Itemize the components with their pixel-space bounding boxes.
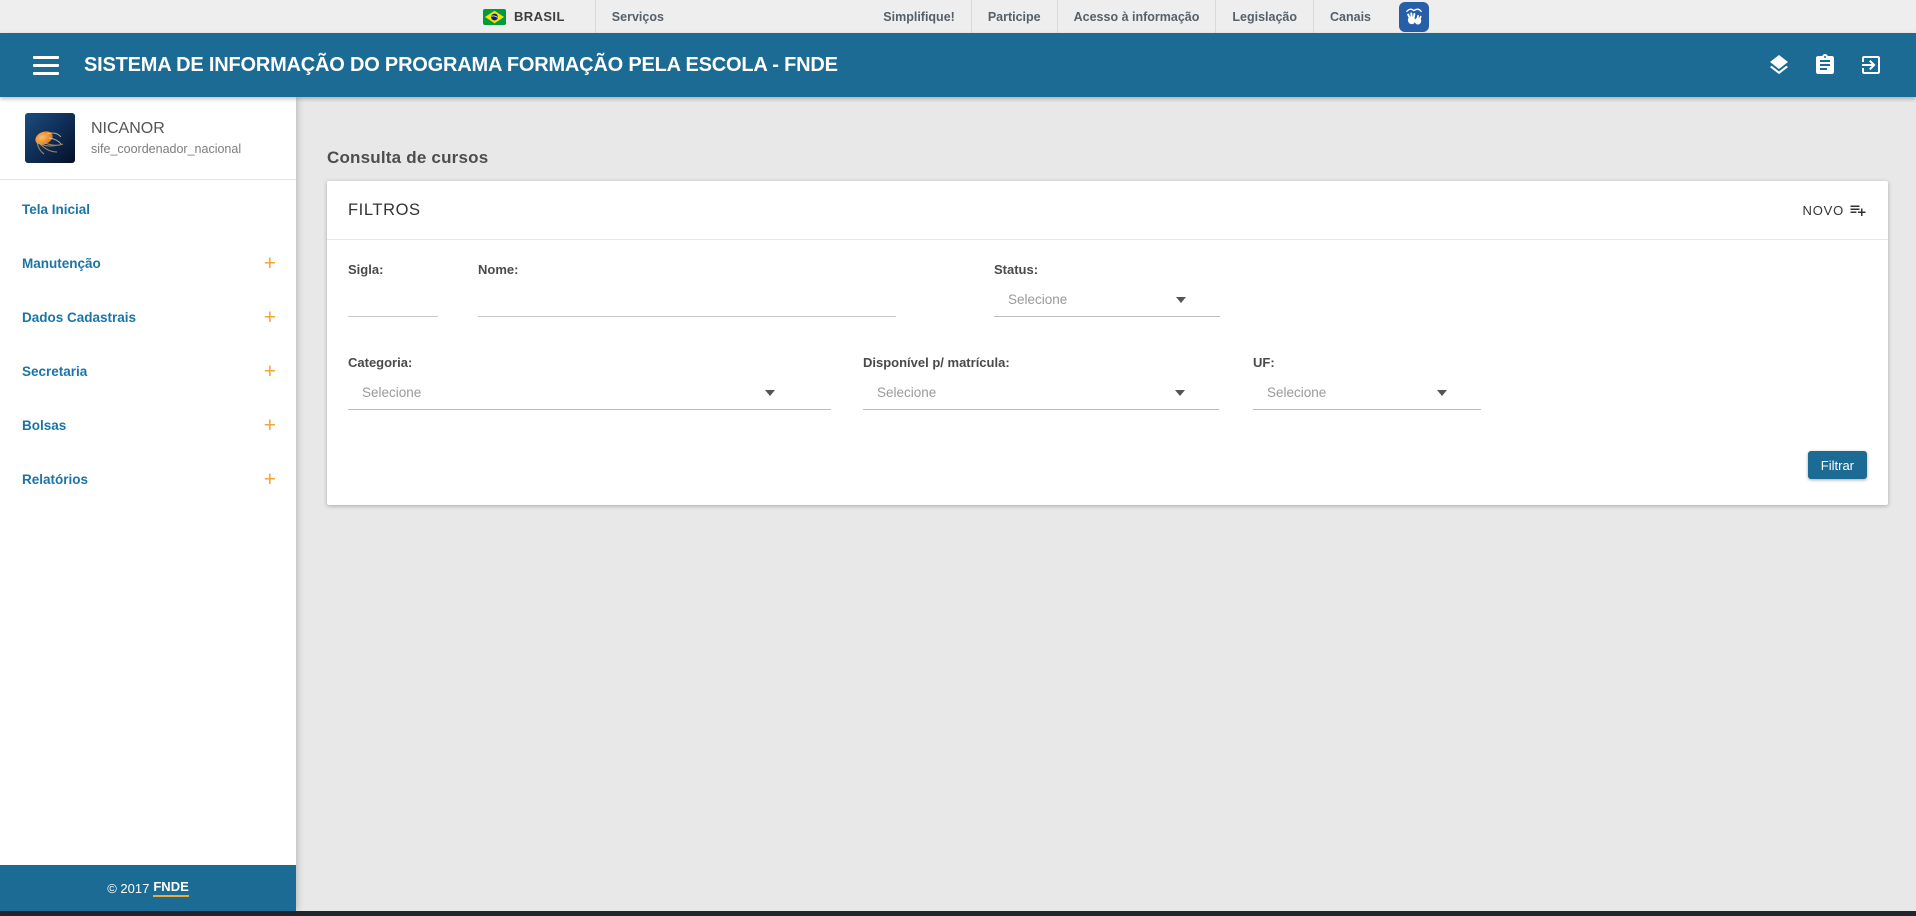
sigla-input[interactable] (348, 277, 438, 317)
novo-button[interactable]: NOVO (1803, 201, 1867, 219)
status-label: Status: (994, 262, 1039, 277)
nome-input[interactable] (478, 277, 896, 317)
sidebar-item-tela-inicial[interactable]: Tela Inicial (0, 182, 296, 236)
playlist-add-icon (1850, 205, 1866, 216)
sidebar-menu: Tela Inicial Manutenção + Dados Cadastra… (0, 180, 296, 506)
expand-plus-icon: + (263, 359, 276, 383)
expand-plus-icon: + (263, 413, 276, 437)
menu-hamburger-icon[interactable] (33, 55, 59, 75)
layers-icon[interactable] (1767, 53, 1791, 77)
field-sigla: Sigla: (348, 262, 438, 317)
sidebar-item-bolsas[interactable]: Bolsas + (0, 398, 296, 452)
gov-bar-left-group: BRASIL Serviços (483, 0, 680, 33)
nome-label: Nome: (478, 262, 519, 277)
field-status: Status: Selecione (994, 262, 1220, 317)
chevron-down-icon (1437, 390, 1447, 396)
sidebar-item-manutencao[interactable]: Manutenção + (0, 236, 296, 290)
filters-form: Sigla: Nome: Status: Selecione Categoria… (327, 240, 1888, 505)
user-name: NICANOR (91, 120, 165, 137)
copyright-text: © 2017 (107, 880, 150, 896)
body: NICANOR sife_coordenador_nacional Tela I… (0, 97, 1916, 911)
disponivel-select[interactable]: Selecione (863, 370, 1219, 410)
app-header: SISTEMA DE INFORMAÇÃO DO PROGRAMA FORMAÇ… (0, 33, 1916, 97)
user-info: NICANOR sife_coordenador_nacional (91, 120, 241, 156)
government-top-bar: BRASIL Serviços Simplifique! Participe A… (0, 0, 1916, 33)
sidebar-item-secretaria[interactable]: Secretaria + (0, 344, 296, 398)
sidebar-item-dados-cadastrais[interactable]: Dados Cadastrais + (0, 290, 296, 344)
user-avatar (25, 113, 75, 163)
gov-link-canais[interactable]: Canais (1314, 0, 1387, 33)
categoria-label: Categoria: (348, 355, 413, 370)
filters-actions: Filtrar (348, 451, 1867, 479)
gov-bar-right-group: Simplifique! Participe Acesso à informaç… (867, 0, 1429, 33)
disponivel-label: Disponível p/ matrícula: (863, 355, 1010, 370)
clipboard-icon[interactable] (1813, 53, 1837, 77)
field-categoria: Categoria: Selecione (348, 355, 831, 410)
novo-label: NOVO (1802, 202, 1844, 218)
page: BRASIL Serviços Simplifique! Participe A… (0, 0, 1916, 916)
filters-title: FILTROS (348, 200, 421, 219)
field-nome: Nome: (478, 262, 896, 317)
app-title: SISTEMA DE INFORMAÇÃO DO PROGRAMA FORMAÇ… (84, 53, 838, 76)
vlibras-hands-icon[interactable] (1399, 1, 1429, 32)
expand-plus-icon: + (263, 305, 276, 329)
sidebar-item-relatorios[interactable]: Relatórios + (0, 452, 296, 506)
gov-link-legislacao[interactable]: Legislação (1216, 0, 1313, 33)
filters-row-2: Categoria: Selecione Disponível p/ matrí… (348, 355, 1867, 410)
field-disponivel-matricula: Disponível p/ matrícula: Selecione (863, 355, 1219, 410)
gov-link-participe[interactable]: Participe (972, 0, 1057, 33)
uf-label: UF: (1253, 355, 1275, 370)
sidebar-footer: © 2017 FNDE (0, 865, 296, 911)
gov-link-simplifique[interactable]: Simplifique! (867, 0, 971, 33)
chevron-down-icon (1176, 297, 1186, 303)
brasil-label: BRASIL (514, 9, 565, 24)
filtrar-button[interactable]: Filtrar (1807, 451, 1867, 479)
expand-plus-icon: + (263, 251, 276, 275)
user-role: sife_coordenador_nacional (91, 142, 242, 156)
sidebar: NICANOR sife_coordenador_nacional Tela I… (0, 97, 296, 911)
logout-icon[interactable] (1859, 53, 1883, 77)
categoria-select[interactable]: Selecione (348, 370, 831, 410)
bottom-edge-strip (0, 911, 1916, 916)
filters-card: FILTROS NOVO Sigla: Nome: Status: Seleci… (327, 181, 1888, 505)
expand-plus-icon: + (263, 467, 276, 491)
chevron-down-icon (1175, 390, 1185, 396)
filters-card-header: FILTROS NOVO (327, 181, 1888, 240)
sigla-label: Sigla: (348, 262, 384, 277)
gov-link-acesso-informacao[interactable]: Acesso à informação (1058, 0, 1216, 33)
brasil-brand[interactable]: BRASIL (483, 8, 595, 25)
filters-row-1: Sigla: Nome: Status: Selecione (348, 262, 1867, 317)
user-panel: NICANOR sife_coordenador_nacional (0, 97, 296, 180)
chevron-down-icon (765, 390, 775, 396)
field-uf: UF: Selecione (1253, 355, 1481, 410)
header-actions (1767, 53, 1883, 77)
page-title: Consulta de cursos (327, 148, 489, 167)
fnde-link[interactable]: FNDE (153, 879, 189, 897)
status-select[interactable]: Selecione (994, 277, 1220, 317)
uf-select[interactable]: Selecione (1253, 370, 1481, 410)
main-content: Consulta de cursos FILTROS NOVO Sigla: N… (296, 97, 1916, 911)
gov-link-servicos[interactable]: Serviços (596, 0, 680, 33)
brazil-flag-icon (483, 8, 506, 25)
